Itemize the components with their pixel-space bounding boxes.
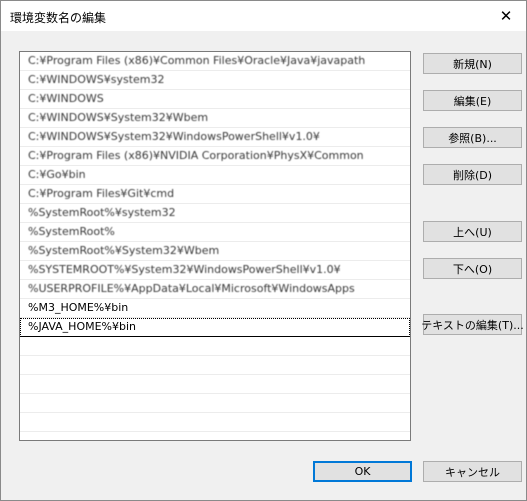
path-list-item[interactable]: C:¥WINDOWS¥system32 <box>20 71 410 90</box>
path-list-item-text: %USERPROFILE%¥AppData¥Local¥Microsoft¥Wi… <box>28 282 355 295</box>
delete-button[interactable]: 削除(D) <box>423 164 522 185</box>
path-list-item-text: C:¥WINDOWS <box>28 92 104 105</box>
path-list-item[interactable]: %SystemRoot%¥system32 <box>20 204 410 223</box>
path-list-item-text: C:¥Program Files (x86)¥Common Files¥Orac… <box>28 54 366 67</box>
path-list-item-text: C:¥Program Files¥Git¥cmd <box>28 187 175 200</box>
path-list-item-text: C:¥WINDOWS¥System32¥WindowsPowerShell¥v1… <box>28 130 320 143</box>
path-list-item[interactable]: C:¥Go¥bin <box>20 166 410 185</box>
path-list[interactable]: C:¥Program Files (x86)¥Common Files¥Orac… <box>19 51 411 441</box>
cancel-button[interactable]: キャンセル <box>423 461 522 482</box>
path-list-item[interactable]: C:¥Program Files (x86)¥Common Files¥Orac… <box>20 52 410 71</box>
path-list-item[interactable]: %SYSTEMROOT%¥System32¥WindowsPowerShell¥… <box>20 261 410 280</box>
path-list-item-text: C:¥Go¥bin <box>28 168 86 181</box>
ok-button[interactable]: OK <box>313 461 412 482</box>
move-down-button[interactable]: 下へ(O) <box>423 258 522 279</box>
path-list-item[interactable]: %JAVA_HOME%¥bin <box>20 318 410 337</box>
path-list-item[interactable]: C:¥Program Files (x86)¥NVIDIA Corporatio… <box>20 147 410 166</box>
path-list-item-text: %SystemRoot%¥system32 <box>28 206 176 219</box>
dialog-title: 環境変数名の編集 <box>10 11 107 25</box>
path-list-item[interactable] <box>20 356 410 375</box>
close-icon[interactable]: ✕ <box>486 1 526 31</box>
move-up-button[interactable]: 上へ(U) <box>423 221 522 242</box>
edit-text-button[interactable]: テキストの編集(T)... <box>421 314 524 335</box>
path-list-item[interactable] <box>20 394 410 413</box>
path-list-item-text: %JAVA_HOME%¥bin <box>28 320 137 333</box>
path-list-item-text: %M3_HOME%¥bin <box>28 301 129 314</box>
path-list-item[interactable]: %M3_HOME%¥bin <box>20 299 410 318</box>
path-list-item-text: C:¥WINDOWS¥system32 <box>28 73 165 86</box>
path-list-item[interactable]: %SystemRoot%¥System32¥Wbem <box>20 242 410 261</box>
edit-button[interactable]: 編集(E) <box>423 90 522 111</box>
path-list-item[interactable]: C:¥Program Files¥Git¥cmd <box>20 185 410 204</box>
path-list-item[interactable]: %SystemRoot% <box>20 223 410 242</box>
path-list-item[interactable]: %USERPROFILE%¥AppData¥Local¥Microsoft¥Wi… <box>20 280 410 299</box>
path-list-item[interactable]: C:¥WINDOWS¥System32¥WindowsPowerShell¥v1… <box>20 128 410 147</box>
path-list-item[interactable] <box>20 432 410 440</box>
browse-button[interactable]: 参照(B)... <box>423 127 522 148</box>
path-list-item[interactable]: C:¥WINDOWS¥System32¥Wbem <box>20 109 410 128</box>
edit-env-variable-dialog: 環境変数名の編集 ✕ C:¥Program Files (x86)¥Common… <box>0 0 527 501</box>
path-list-item[interactable] <box>20 337 410 356</box>
path-list-item-text: C:¥WINDOWS¥System32¥Wbem <box>28 111 209 124</box>
path-list-item-text: %SystemRoot%¥System32¥Wbem <box>28 244 220 257</box>
path-list-item-text: C:¥Program Files (x86)¥NVIDIA Corporatio… <box>28 149 364 162</box>
path-list-item-text: %SYSTEMROOT%¥System32¥WindowsPowerShell¥… <box>28 263 341 276</box>
path-list-item-text: %SystemRoot% <box>28 225 115 238</box>
path-list-item[interactable] <box>20 413 410 432</box>
new-button[interactable]: 新規(N) <box>423 53 522 74</box>
title-bar: 環境変数名の編集 ✕ <box>1 1 526 31</box>
path-list-item[interactable] <box>20 375 410 394</box>
path-list-item[interactable]: C:¥WINDOWS <box>20 90 410 109</box>
